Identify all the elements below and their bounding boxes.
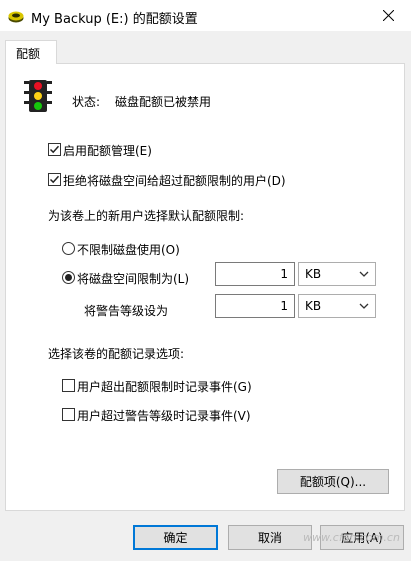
- checkmark-icon: [49, 175, 60, 184]
- enable-quota-checkbox[interactable]: [48, 143, 61, 156]
- ok-label: 确定: [163, 531, 188, 545]
- ok-button[interactable]: 确定: [133, 525, 218, 550]
- limit-label[interactable]: 将磁盘空间限制为(L): [77, 270, 189, 287]
- limit-unit-select[interactable]: KB: [298, 262, 376, 286]
- title-bar: My Backup (E:) 的配额设置: [0, 0, 411, 31]
- quota-entries-button[interactable]: 配额项(Q)...: [277, 469, 389, 494]
- limit-value-input[interactable]: 1: [215, 262, 295, 286]
- deny-space-label[interactable]: 拒绝将磁盘空间给超过配额限制的用户(D): [63, 172, 286, 189]
- tab-panel: [5, 63, 405, 511]
- quota-entries-label: 配额项(Q)...: [299, 475, 367, 489]
- cancel-label: 取消: [257, 531, 282, 545]
- logging-heading: 选择该卷的配额记录选项:: [48, 347, 185, 361]
- log-limit-label[interactable]: 用户超出配额限制时记录事件(G): [77, 378, 252, 395]
- status-label: 状态:: [72, 95, 101, 109]
- chevron-down-icon: [359, 303, 369, 309]
- no-limit-radio[interactable]: [62, 242, 75, 255]
- status-value: 磁盘配额已被禁用: [115, 95, 212, 109]
- warning-unit-value: KB: [305, 299, 322, 313]
- watermark: www.cfan.com.cn: [303, 531, 400, 544]
- warning-value-input[interactable]: 1: [215, 294, 295, 318]
- tab-quota[interactable]: 配额: [5, 40, 57, 64]
- default-limit-heading: 为该卷上的新用户选择默认配额限制:: [48, 209, 245, 223]
- window-title: My Backup (E:) 的配额设置: [31, 12, 198, 27]
- enable-quota-label[interactable]: 启用配额管理(E): [63, 142, 152, 159]
- deny-space-checkbox[interactable]: [48, 173, 61, 186]
- limit-radio[interactable]: [62, 271, 75, 284]
- warning-label: 将警告等级设为: [84, 304, 169, 318]
- close-button[interactable]: [365, 0, 411, 31]
- warning-unit-select[interactable]: KB: [298, 294, 376, 318]
- close-icon: [382, 10, 394, 21]
- no-limit-label[interactable]: 不限制磁盘使用(O): [77, 241, 180, 258]
- cancel-button[interactable]: 取消: [228, 525, 312, 550]
- traffic-light-icon: [24, 80, 52, 115]
- limit-unit-value: KB: [305, 267, 322, 281]
- tab-label: 配额: [16, 47, 41, 61]
- log-warning-checkbox[interactable]: [62, 408, 75, 421]
- log-limit-checkbox[interactable]: [62, 379, 75, 392]
- chevron-down-icon: [359, 271, 369, 277]
- log-warning-label[interactable]: 用户超过警告等级时记录事件(V): [77, 407, 251, 424]
- checkmark-icon: [49, 145, 60, 154]
- drive-icon: [8, 9, 24, 23]
